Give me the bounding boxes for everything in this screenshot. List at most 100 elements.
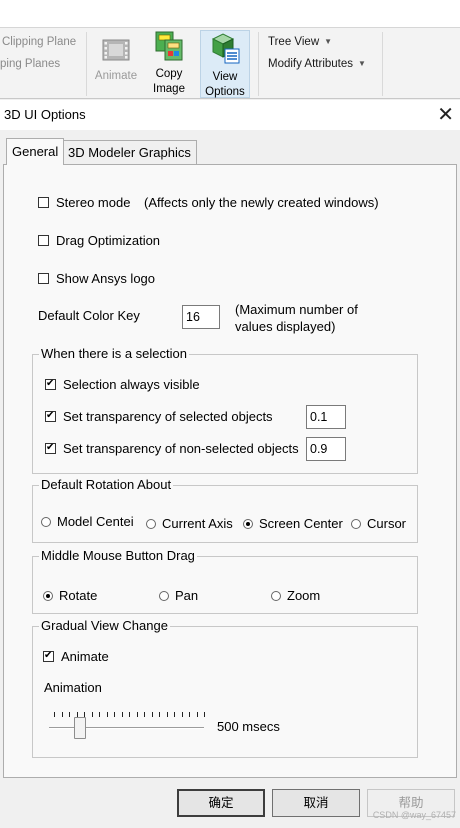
clipping-plane-label[interactable]: Clipping Plane: [2, 36, 76, 48]
rotation-group-legend: Default Rotation About: [39, 477, 174, 492]
selection-always-visible-checkbox[interactable]: Selection always visible: [45, 377, 200, 392]
radio-screen-center[interactable]: Screen Center: [243, 516, 343, 531]
radio-dot: [41, 516, 51, 527]
stereo-mode-label: Stereo mode: [56, 195, 131, 210]
modify-attributes-dropdown[interactable]: Modify Attributes ▼: [268, 58, 366, 70]
middle-mouse-group: Middle Mouse Button Drag: [32, 548, 418, 614]
radio-dot: [146, 518, 156, 529]
animation-label: Animation: [44, 680, 102, 695]
slider-tick: [167, 712, 168, 717]
chevron-down-icon: ▼: [324, 37, 333, 46]
dialog-titlebar: 3D UI Options ✕: [0, 100, 460, 130]
radio-pan[interactable]: Pan: [159, 588, 198, 603]
ok-button[interactable]: 确定: [177, 789, 265, 817]
animation-value-label: 500 msecs: [217, 719, 280, 734]
middle-mouse-group-legend: Middle Mouse Button Drag: [39, 548, 197, 563]
slider-tick: [152, 712, 153, 717]
slider-tick: [197, 712, 198, 717]
slider-tick: [204, 712, 205, 717]
animation-slider-track[interactable]: [49, 727, 204, 729]
checkbox-box: [45, 441, 56, 455]
radio-current-axis-label: Current Axis: [162, 516, 233, 531]
slider-tick: [107, 712, 108, 717]
gradual-view-group-legend: Gradual View Change: [39, 618, 170, 633]
color-key-note-2: values displayed): [235, 319, 336, 334]
stereo-mode-checkbox[interactable]: Stereo mode: [38, 195, 130, 210]
radio-current-axis[interactable]: Current Axis: [146, 516, 233, 531]
radio-screen-center-label: Screen Center: [259, 516, 343, 531]
slider-tick: [129, 712, 130, 717]
transparency-selected-label: Set transparency of selected objects: [63, 409, 273, 424]
cancel-button[interactable]: 取消: [272, 789, 360, 817]
color-key-note-1: (Maximum number of: [235, 302, 358, 317]
transparency-nonselected-input[interactable]: 0.9: [306, 437, 346, 461]
tab-general[interactable]: General: [6, 138, 65, 165]
slider-tick: [144, 712, 145, 717]
tab-3d-modeler-graphics[interactable]: 3D Modeler Graphics: [63, 140, 197, 164]
slider-tick: [159, 712, 160, 717]
copy-image-button[interactable]: Copy Image: [146, 30, 192, 97]
slider-tick: [114, 712, 115, 717]
radio-zoom-label: Zoom: [287, 588, 321, 603]
clipping-planes-label[interactable]: ping Planes: [0, 58, 60, 70]
radio-cursor-label: Cursor: [367, 516, 407, 531]
transparency-selected-input[interactable]: 0.1: [306, 405, 346, 429]
checkbox-box: [45, 409, 56, 423]
radio-rotate-label: Rotate: [59, 588, 98, 603]
ribbon-toolbar: Clipping Plane ping Planes Animate Copy …: [0, 27, 460, 99]
radio-model-center[interactable]: Model Centei: [41, 514, 141, 529]
transparency-nonselected-label: Set transparency of non-selected objects: [63, 441, 299, 456]
view-options-label-2: Options: [205, 86, 245, 98]
copy-image-icon: [155, 31, 183, 61]
modify-attributes-label: Modify Attributes: [268, 58, 354, 70]
ribbon-separator: [86, 32, 87, 96]
animate-ribbon-label: Animate: [94, 70, 138, 82]
radio-dot: [351, 518, 361, 529]
dialog-title: 3D UI Options: [4, 107, 86, 122]
slider-tick: [122, 712, 123, 717]
transparency-selected-checkbox[interactable]: Set transparency of selected objects: [45, 409, 273, 424]
slider-tick: [62, 712, 63, 717]
animate-ribbon-button[interactable]: Animate: [92, 30, 140, 84]
copy-image-label-2: Image: [153, 83, 185, 95]
radio-pan-label: Pan: [175, 588, 199, 603]
slider-tick: [182, 712, 183, 717]
radio-rotate[interactable]: Rotate: [43, 588, 97, 603]
view-options-icon: [211, 33, 240, 64]
gradual-animate-label: Animate: [61, 649, 109, 664]
checkbox-box: [38, 273, 49, 284]
color-key-input[interactable]: 16: [182, 305, 220, 329]
film-icon: [102, 39, 130, 61]
drag-optimization-label: Drag Optimization: [56, 233, 161, 248]
tree-view-dropdown[interactable]: Tree View ▼: [268, 36, 332, 48]
transparency-nonselected-checkbox[interactable]: Set transparency of non-selected objects: [45, 441, 299, 456]
radio-zoom[interactable]: Zoom: [271, 588, 320, 603]
show-ansys-logo-checkbox[interactable]: Show Ansys logo: [38, 271, 155, 286]
watermark: CSDN @way_67457: [372, 810, 456, 820]
view-options-label-1: View: [212, 71, 238, 83]
drag-optimization-checkbox[interactable]: Drag Optimization: [38, 233, 160, 248]
stereo-mode-note: (Affects only the newly created windows): [144, 195, 379, 210]
slider-tick: [189, 712, 190, 717]
radio-dot: [159, 590, 169, 601]
slider-tick: [54, 712, 55, 717]
animation-slider-thumb[interactable]: [74, 717, 86, 739]
slider-tick: [174, 712, 175, 717]
slider-tick: [137, 712, 138, 717]
radio-cursor[interactable]: Cursor: [351, 516, 406, 531]
selection-group-legend: When there is a selection: [39, 346, 189, 361]
close-icon[interactable]: ✕: [437, 102, 454, 127]
ribbon-separator: [382, 32, 383, 96]
app-top-strip: [0, 0, 460, 27]
checkbox-box: [43, 649, 54, 663]
tree-view-label: Tree View: [268, 36, 320, 48]
radio-dot: [271, 590, 281, 601]
slider-tick: [92, 712, 93, 717]
checkbox-box: [38, 197, 49, 208]
default-color-key-label: Default Color Key: [38, 308, 140, 323]
copy-image-label-1: Copy: [155, 68, 183, 80]
slider-tick: [69, 712, 70, 717]
radio-dot: [243, 518, 253, 529]
gradual-animate-checkbox[interactable]: Animate: [43, 649, 109, 664]
view-options-button[interactable]: View Options: [200, 30, 250, 98]
